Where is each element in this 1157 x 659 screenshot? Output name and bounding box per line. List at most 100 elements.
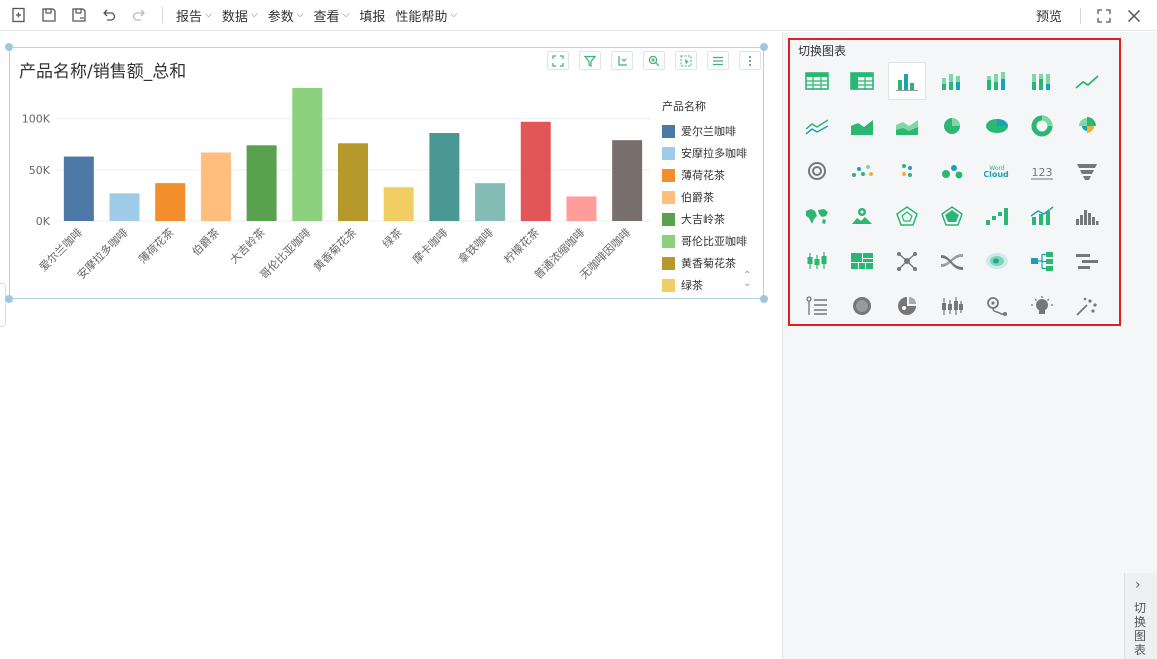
y-tick-label: 50K [29,164,51,177]
chart-widget[interactable]: 0K 50K 100K 爱尔兰咖啡 安摩拉多咖啡 薄荷花茶 伯爵茶 大吉岭茶 哥伦比亚咖啡 黄香菊… [9,47,764,299]
drill-icon[interactable] [611,51,633,70]
multi-line-icon[interactable] [798,107,836,145]
chart-type-grid: Word Cloud 123 [798,62,1120,325]
location-map-icon[interactable] [843,197,881,235]
dot-scatter-icon[interactable] [888,152,926,190]
new-report-icon[interactable] [4,0,34,31]
chevron-right-icon: › [1135,577,1141,593]
radar-icon[interactable] [888,197,926,235]
bar[interactable] [200,152,231,221]
bar[interactable] [612,140,643,221]
legend-item[interactable]: 安摩拉多咖啡 [662,142,762,164]
legend-label: 薄荷花茶 [681,169,725,182]
bulb-icon[interactable] [1023,287,1061,325]
select-icon[interactable] [675,51,697,70]
undo-icon[interactable] [94,0,124,31]
save-as-icon[interactable] [64,0,94,31]
zoom-icon[interactable] [643,51,665,70]
gantt-icon[interactable] [1068,242,1106,280]
list-icon[interactable] [707,51,729,70]
menu-0[interactable]: 报告 ⌵ [171,0,217,31]
waterfall-icon[interactable] [978,197,1016,235]
more-icon[interactable] [739,51,761,70]
route-map-icon[interactable] [978,287,1016,325]
legend-item[interactable]: 薄荷花茶 [662,164,762,186]
histogram-icon[interactable] [1068,197,1106,235]
combo-stacked-bar-icon[interactable] [1023,62,1061,100]
stacked-area-icon[interactable] [888,107,926,145]
ellipse-pie-icon[interactable] [978,107,1016,145]
menu-4[interactable]: 填报 [354,0,390,31]
menu-label: 填报 [359,9,386,25]
collapse-panel-tab[interactable]: › 切换图表 [1124,573,1157,659]
funnel-icon[interactable] [1068,152,1106,190]
percent-stacked-bar-icon[interactable] [978,62,1016,100]
legend-item[interactable]: 大吉岭茶 [662,208,762,230]
tree-icon[interactable] [1023,242,1061,280]
left-panel-toggle[interactable] [0,283,6,327]
redo-icon[interactable] [124,0,154,31]
bar[interactable] [383,187,414,221]
bar[interactable] [429,133,460,221]
bar-line-combo-icon[interactable] [1023,197,1061,235]
magic-icon[interactable] [1068,287,1106,325]
crosstable-icon[interactable] [843,62,881,100]
resize-handle[interactable] [5,43,13,51]
pie-map-icon[interactable] [888,287,926,325]
legend-item[interactable]: 哥伦比亚咖啡 [662,230,762,252]
sankey-icon[interactable] [933,242,971,280]
legend-item[interactable]: 爱尔兰咖啡 [662,120,762,142]
resize-handle[interactable] [5,295,13,303]
bar[interactable] [338,143,368,221]
pie-chart-icon[interactable] [933,107,971,145]
menu-5[interactable]: 性能帮助 ⌵ [390,0,462,31]
donut-chart-icon[interactable] [1023,107,1061,145]
scatter-icon[interactable] [843,152,881,190]
candlestick-icon[interactable] [933,287,971,325]
table-icon[interactable] [798,62,836,100]
filter-icon[interactable] [579,51,601,70]
preview-button[interactable]: 预览 [1026,6,1072,25]
concentric-ring-icon[interactable] [798,152,836,190]
resize-handle[interactable] [760,43,768,51]
bar[interactable] [109,193,140,221]
save-icon[interactable] [34,0,64,31]
legend-item[interactable]: 伯爵茶 [662,186,762,208]
x-tick-label: 伯爵茶 [189,225,222,258]
close-icon[interactable] [1119,0,1149,31]
filled-radar-icon[interactable] [933,197,971,235]
legend-scroll-icon[interactable]: ⌃ ⌄ [743,271,751,289]
stacked-bar-icon[interactable] [933,62,971,100]
bubble-icon[interactable] [933,152,971,190]
area-chart-icon[interactable] [843,107,881,145]
resize-handle[interactable] [760,295,768,303]
bar[interactable] [475,183,506,221]
bar[interactable] [246,145,277,221]
menu-1[interactable]: 数据 ⌵ [217,0,263,31]
bar[interactable] [292,88,323,221]
bar[interactable] [566,196,597,221]
bar[interactable] [520,121,551,221]
bar-chart-icon[interactable] [888,62,926,100]
kpi-number-icon[interactable]: 123 [1023,152,1061,190]
svg-text:Cloud: Cloud [984,170,1009,179]
legend-swatch [662,168,675,182]
rose-pie-icon[interactable] [1068,107,1106,145]
heatmap-icon[interactable] [978,242,1016,280]
word-cloud-icon[interactable]: Word Cloud [978,152,1016,190]
network-icon[interactable] [888,242,926,280]
gauge-icon[interactable] [843,287,881,325]
line-chart-icon[interactable] [1068,62,1106,100]
expand-icon[interactable] [547,51,569,70]
bar[interactable] [63,156,94,221]
fullscreen-icon[interactable] [1089,0,1119,31]
world-map-icon[interactable] [798,197,836,235]
legend-swatch [662,256,675,270]
boxplot-icon[interactable] [798,242,836,280]
menu-3[interactable]: 查看 ⌵ [309,0,355,31]
indicator-list-icon[interactable] [798,287,836,325]
bar[interactable] [155,183,186,221]
legend-swatch [662,212,675,226]
menu-2[interactable]: 参数 ⌵ [263,0,309,31]
treemap-icon[interactable] [843,242,881,280]
